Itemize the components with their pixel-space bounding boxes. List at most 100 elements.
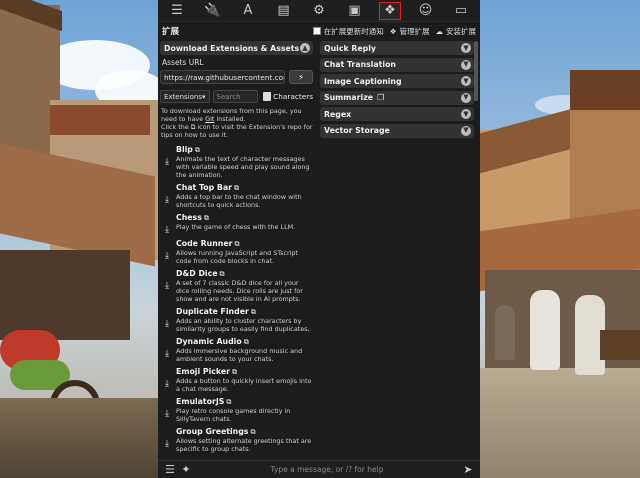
- extension-description: Adds immersive background music and ambi…: [176, 347, 303, 363]
- extension-item: ⤓ Blip ⧉ Animate the text of character mess…: [160, 145, 313, 179]
- download-icon[interactable]: ⤓: [160, 269, 174, 303]
- image-icon[interactable]: ▣: [344, 2, 366, 20]
- extension-item: ⤓ Code Runner ⧉ Allows running JavaScript a…: [160, 239, 313, 265]
- cubes-icon[interactable]: ❖: [379, 1, 401, 20]
- scrollbar[interactable]: [474, 41, 478, 101]
- extension-description: Adds a button to quickly insert emojis i…: [176, 377, 312, 393]
- download-icon[interactable]: ⤓: [160, 397, 174, 423]
- chevron-down-icon: ▼: [461, 43, 471, 53]
- extension-name: Blip: [176, 145, 193, 154]
- extension-description: Play retro console games directly in Sil…: [176, 407, 291, 423]
- chevron-up-icon: ▲: [300, 43, 310, 53]
- download-extensions-drawer-toggle[interactable]: Download Extensions & Assets ▲: [160, 41, 313, 55]
- magic-wand-icon[interactable]: ✦: [178, 463, 194, 476]
- extension-name: Code Runner: [176, 239, 233, 248]
- extension-name: Group Greetings: [176, 427, 249, 436]
- download-icon[interactable]: ⤓: [160, 337, 174, 363]
- menu-icon[interactable]: ☰: [162, 463, 178, 476]
- notify-updates-checkbox[interactable]: [312, 27, 321, 35]
- download-icon[interactable]: ⤓: [160, 145, 174, 179]
- external-link-icon[interactable]: ⧉: [234, 240, 239, 248]
- extension-name: D&D Dice: [176, 269, 218, 278]
- extension-item: ⤓ Group Greetings ⧉ Allows setting alternat…: [160, 427, 313, 453]
- drawer-regex[interactable]: Regex ▼: [320, 107, 474, 121]
- download-icon[interactable]: ⤓: [160, 183, 174, 209]
- drawer-chat-translation[interactable]: Chat Translation ▼: [320, 57, 474, 72]
- users-gear-icon[interactable]: ⚙: [308, 2, 330, 20]
- drawer-image-captioning[interactable]: Image Captioning ▼: [320, 74, 474, 88]
- extension-list: ⤓ Blip ⧉ Animate the text of character mess…: [160, 145, 313, 453]
- external-link-icon[interactable]: ⧉: [195, 146, 200, 154]
- download-icon[interactable]: ⤓: [160, 307, 174, 333]
- sliders-icon[interactable]: ☰: [166, 2, 188, 20]
- external-link-icon[interactable]: ⧉: [244, 338, 249, 346]
- extension-name: Chess: [176, 213, 202, 222]
- external-link-icon[interactable]: ⧉: [220, 270, 225, 278]
- external-link-icon[interactable]: ⧉: [250, 428, 255, 436]
- copy-icon[interactable]: ❐: [377, 93, 384, 102]
- drawer-title: Vector Storage: [324, 126, 390, 135]
- extension-item: ⤓ Chat Top Bar ⧉ Adds a top bar to the chat…: [160, 183, 313, 209]
- extension-item: ⤓ Emoji Picker ⧉ Adds a button to quickly i…: [160, 367, 313, 393]
- extension-name: Dynamic Audio: [176, 337, 242, 346]
- drawer-title: Quick Reply: [324, 43, 377, 53]
- asset-type-value: Extensions: [164, 92, 203, 101]
- drawer-quick-reply[interactable]: Quick Reply ▼: [320, 41, 474, 55]
- drawer-title: Regex: [324, 109, 352, 119]
- connect-assets-button[interactable]: ⚡: [289, 70, 313, 84]
- extension-name: EmulatorJS: [176, 397, 225, 406]
- cloud-download-icon: ☁: [435, 26, 444, 36]
- extension-description: Play the game of chess with the LLM.: [176, 223, 296, 231]
- search-input[interactable]: Search: [212, 90, 259, 103]
- download-note: To download extensions from this page, y…: [161, 107, 313, 139]
- extension-description: A set of 7 classic D&D dice for all your…: [176, 279, 303, 303]
- top-nav-bar: ☰ 🔌 A ▤ ⚙ ▣ ❖ ☺ ▭: [158, 0, 480, 22]
- notify-updates-option[interactable]: 在扩展更新时通知: [312, 26, 384, 37]
- left-column: Download Extensions & Assets ▲ Assets UR…: [158, 41, 316, 460]
- install-extension-label: 安装扩展: [446, 26, 476, 36]
- extension-item: ⤓ Chess ⧉ Play the game of chess with the L…: [160, 213, 313, 235]
- right-column: Quick Reply ▼ Chat Translation ▼ Image Capti…: [320, 41, 474, 460]
- extension-name: Chat Top Bar: [176, 183, 232, 192]
- characters-button[interactable]: Characters: [263, 90, 313, 103]
- page-title: 扩展: [162, 27, 180, 37]
- extension-description: Allows running JavaScript and STscript c…: [176, 249, 298, 265]
- drawer-summarize[interactable]: Summarize ❐ ▼: [320, 90, 474, 105]
- external-link-icon[interactable]: ⧉: [232, 368, 237, 376]
- external-link-icon[interactable]: ⧉: [226, 398, 231, 406]
- text-icon[interactable]: A: [237, 2, 259, 20]
- drawer-title: Download Extensions & Assets: [164, 43, 300, 53]
- extension-name: Duplicate Finder: [176, 307, 249, 316]
- face-icon[interactable]: ☺: [415, 2, 437, 20]
- assets-url-label: Assets URL: [162, 58, 204, 67]
- chevron-down-icon: ▾: [202, 92, 206, 101]
- download-icon[interactable]: ⤓: [160, 213, 174, 235]
- asset-type-select[interactable]: Extensions ▾: [160, 90, 210, 103]
- book-icon[interactable]: ▤: [273, 2, 295, 20]
- download-icon[interactable]: ⤓: [160, 367, 174, 393]
- install-extension-button[interactable]: ☁ 安装扩展: [436, 26, 477, 37]
- download-icon[interactable]: ⤓: [160, 239, 174, 265]
- extension-item: ⤓ D&D Dice ⧉ A set of 7 classic D&D dice fo…: [160, 269, 313, 303]
- external-link-icon[interactable]: ⧉: [204, 214, 209, 222]
- extension-description: Adds an ability to cluster characters by…: [176, 317, 310, 333]
- extension-item: ⤓ Duplicate Finder ⧉ Adds an ability to clu…: [160, 307, 313, 333]
- person-card-icon: [263, 92, 272, 101]
- manage-extensions-button[interactable]: ❖ 管理扩展: [390, 26, 430, 37]
- extension-name: Emoji Picker: [176, 367, 230, 376]
- plug-icon[interactable]: 🔌: [202, 2, 224, 20]
- drawer-title: Chat Translation: [324, 60, 396, 69]
- download-icon[interactable]: ⤓: [160, 427, 174, 453]
- external-link-icon[interactable]: ⧉: [234, 184, 239, 192]
- assets-url-input[interactable]: https://raw.githubusercontent.com: [160, 70, 286, 84]
- chevron-down-icon: ▼: [461, 125, 471, 136]
- drawer-vector-storage[interactable]: Vector Storage ▼: [320, 123, 474, 138]
- drawer-title: Image Captioning: [324, 76, 402, 86]
- id-card-icon[interactable]: ▭: [450, 2, 472, 20]
- send-icon[interactable]: ➤: [460, 463, 476, 476]
- manage-extensions-label: 管理扩展: [399, 26, 430, 36]
- external-link-icon[interactable]: ⧉: [251, 308, 256, 316]
- message-input[interactable]: Type a message, or /? for help: [194, 465, 460, 474]
- drawer-title: Summarize: [324, 93, 374, 102]
- notify-updates-label: 在扩展更新时通知: [323, 26, 384, 36]
